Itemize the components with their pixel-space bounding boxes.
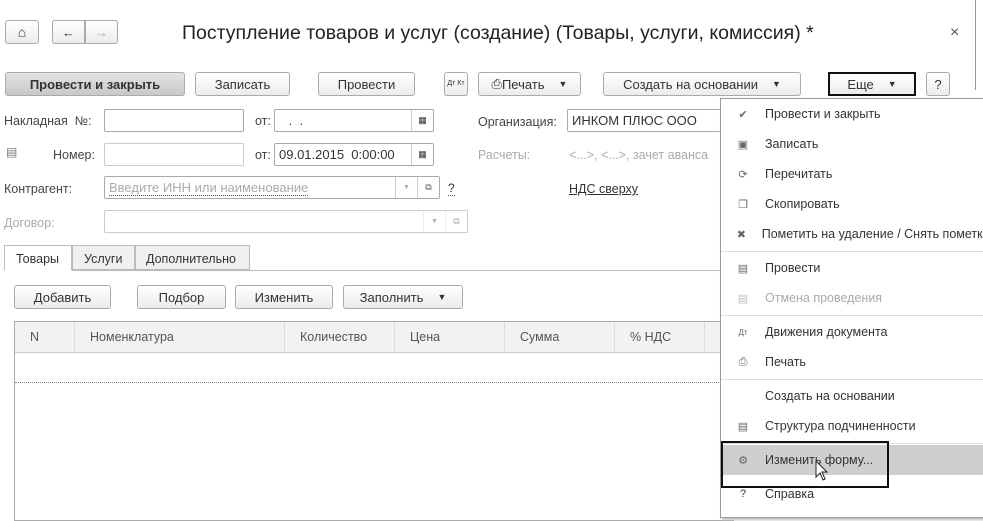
invoice-label: Накладная №: (4, 114, 92, 128)
calendar-icon[interactable]: ▦ (411, 144, 433, 165)
save-icon: ▣ (737, 138, 749, 151)
print-button[interactable]: ⎙ Печать ▼ (478, 72, 581, 96)
goods-table[interactable]: N Номенклатура Количество Цена Сумма % Н… (14, 321, 734, 521)
from-label: от: (255, 114, 271, 128)
number-label: Номер: (53, 148, 95, 162)
more-button[interactable]: Еще ▼ (828, 72, 916, 96)
column-sum[interactable]: Сумма (505, 322, 615, 352)
delete-mark-icon: ✖ (736, 228, 746, 241)
printer-icon: ⎙ (491, 76, 502, 91)
counterparty-input[interactable]: Введите ИНН или наименование ▼ ⧉ (104, 176, 440, 199)
post-and-close-button[interactable]: Провести и закрыть (5, 72, 185, 96)
close-icon[interactable]: × (950, 24, 959, 42)
contract-label: Договор: (4, 216, 55, 230)
number-input[interactable] (104, 143, 244, 166)
column-price[interactable]: Цена (395, 322, 505, 352)
column-item[interactable]: Номенклатура (75, 322, 285, 352)
create-based-button[interactable]: Создать на основании ▼ (603, 72, 801, 96)
pick-button[interactable]: Подбор (137, 285, 226, 309)
organization-label: Организация: (478, 115, 557, 129)
post-icon: ▤ (737, 262, 749, 275)
settlements-label: Расчеты: (478, 148, 531, 162)
menu-item-create-based[interactable]: Создать на основании (721, 382, 983, 410)
row-divider (15, 382, 733, 383)
chevron-down-icon: ▼ (437, 292, 447, 302)
home-button[interactable]: ⌂ (5, 20, 39, 44)
edit-button[interactable]: Изменить (235, 285, 333, 309)
add-button[interactable]: Добавить (14, 285, 111, 309)
reread-icon: ⟳ (738, 168, 748, 181)
contract-input[interactable]: ▼ ⧉ (104, 210, 468, 233)
note-icon[interactable]: ▤ (6, 145, 17, 159)
back-button[interactable]: ← (52, 20, 85, 44)
help-button[interactable]: ? (926, 72, 950, 96)
from-label: от: (255, 148, 271, 162)
menu-item-unpost[interactable]: ▤ Отмена проведения (721, 284, 983, 312)
dtkt-button[interactable]: Дт Кт (444, 72, 468, 96)
tab-services[interactable]: Услуги (72, 245, 135, 270)
organization-input[interactable]: ИНКОМ ПЛЮС ООО (567, 109, 727, 132)
window-border (975, 0, 976, 90)
dropdown-icon[interactable]: ▼ (395, 177, 417, 198)
window-title: Поступление товаров и услуг (создание) (… (182, 22, 814, 44)
column-n[interactable]: N (15, 322, 75, 352)
forward-button[interactable]: → (85, 20, 118, 44)
open-icon[interactable]: ⧉ (417, 177, 439, 198)
chevron-down-icon: ▼ (558, 79, 568, 89)
menu-separator (721, 379, 983, 380)
open-icon[interactable]: ⧉ (445, 211, 467, 232)
menu-separator (721, 251, 983, 252)
calendar-icon[interactable]: ▦ (411, 110, 433, 131)
menu-item-post-close[interactable]: ✔ Провести и закрыть (721, 100, 983, 128)
date-input[interactable]: 09.01.2015 0:00:00 ▦ (274, 143, 434, 166)
settlements-link[interactable]: <...>, <...>, зачет аванса (569, 148, 708, 162)
menu-item-post[interactable]: ▤ Провести (721, 254, 983, 282)
counterparty-label: Контрагент: (4, 182, 73, 196)
tab-goods[interactable]: Товары (4, 245, 72, 271)
help-icon[interactable]: ? (448, 181, 455, 196)
menu-item-mark-delete[interactable]: ✖ Пометить на удаление / Снять пометку (721, 220, 983, 248)
printer-icon: ⎙ (738, 355, 748, 368)
post-close-icon: ✔ (738, 108, 748, 121)
menu-item-movements[interactable]: Дт Движения документа (721, 318, 983, 346)
chevron-down-icon: ▼ (887, 79, 897, 89)
dropdown-icon[interactable]: ▼ (423, 211, 445, 232)
post-button[interactable]: Провести (318, 72, 415, 96)
unpost-icon: ▤ (737, 292, 749, 305)
table-header: N Номенклатура Количество Цена Сумма % Н… (15, 322, 733, 353)
fill-button[interactable]: Заполнить ▼ (343, 285, 463, 309)
chevron-down-icon: ▼ (771, 79, 781, 89)
tab-additional[interactable]: Дополнительно (135, 245, 250, 270)
menu-item-reread[interactable]: ⟳ Перечитать (721, 160, 983, 188)
menu-separator (721, 315, 983, 316)
copy-icon: ❐ (738, 198, 748, 211)
column-vat[interactable]: % НДС (615, 322, 705, 352)
tabs-border (4, 270, 720, 271)
invoice-date-input[interactable]: . . ▦ (274, 109, 434, 132)
menu-item-structure[interactable]: ▤ Структура подчиненности (721, 412, 983, 440)
menu-item-copy[interactable]: ❐ Скопировать (721, 190, 983, 218)
vat-link[interactable]: НДС сверху (569, 182, 638, 196)
structure-icon: ▤ (737, 420, 749, 433)
column-quantity[interactable]: Количество (285, 322, 395, 352)
help-icon: ? (739, 488, 747, 500)
menu-item-print[interactable]: ⎙ Печать (721, 348, 983, 376)
highlight-frame (721, 441, 889, 488)
invoice-number-input[interactable] (104, 109, 244, 132)
dtkt-icon: Дт (738, 327, 748, 337)
menu-item-save[interactable]: ▣ Записать (721, 130, 983, 158)
save-button[interactable]: Записать (195, 72, 290, 96)
mouse-cursor-icon (815, 459, 829, 485)
